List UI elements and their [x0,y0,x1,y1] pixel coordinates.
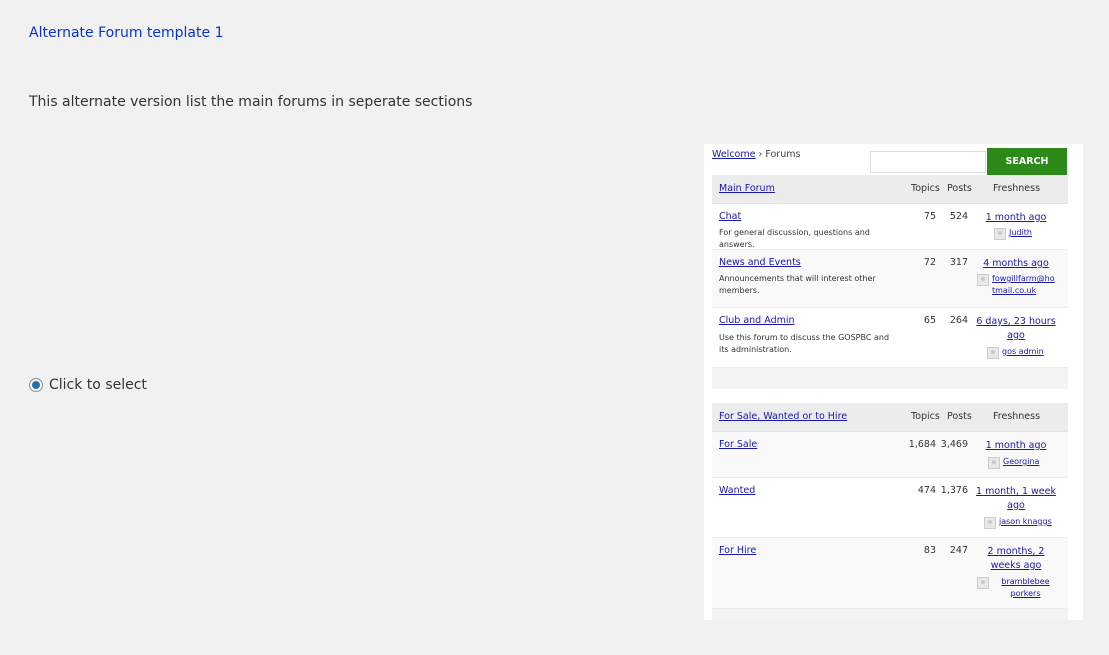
forum-title-link[interactable]: Wanted [719,485,755,496]
forum-title-link[interactable]: For Hire [719,545,756,556]
topic-count: 1,684 [908,439,936,450]
section-header: For Sale, Wanted or to Hire Topics Posts… [712,403,1068,432]
forum-section-for-sale: For Sale, Wanted or to Hire Topics Posts… [712,403,1068,620]
freshness-header: Freshness [993,411,1041,422]
select-radio[interactable] [29,378,43,392]
radio-selected-dot [32,381,40,389]
freshness-link[interactable]: 1 month ago [974,211,1058,225]
avatar-icon [977,274,989,286]
last-poster-link[interactable]: Georgina [1003,456,1039,468]
forum-title-link[interactable]: For Sale [719,439,757,450]
post-count: 3,469 [940,439,968,450]
select-label: Click to select [49,377,147,393]
template-description: This alternate version list the main for… [29,94,473,110]
forum-title-link[interactable]: Club and Admin [719,315,795,326]
breadcrumb: Welcome › Forums [712,149,800,160]
freshness-header: Freshness [993,183,1041,194]
avatar-icon [988,457,1000,469]
topics-header: Topics [911,411,940,422]
forum-row: Wanted 474 1,376 1 month, 1 week ago jas… [712,478,1068,538]
posts-header: Posts [947,183,972,194]
section-footer [712,609,1068,620]
forum-description: Use this forum to discuss the GOSPBC and… [719,333,890,354]
last-poster: gos admin [987,346,1044,359]
select-template-option[interactable]: Click to select [29,377,147,393]
forum-row: For Sale 1,684 3,469 1 month ago Georgin… [712,432,1068,478]
section-header: Main Forum Topics Posts Freshness [712,175,1068,204]
freshness-link[interactable]: 1 month, 1 week ago [974,485,1058,513]
topic-count: 83 [923,545,936,556]
posts-header: Posts [947,411,972,422]
avatar-icon [994,228,1006,240]
breadcrumb-current: Forums [765,149,801,160]
section-title-link[interactable]: Main Forum [719,183,775,194]
freshness-link[interactable]: 6 days, 23 hours ago [974,315,1058,343]
last-poster: bramblebee porkers [977,576,1059,600]
last-poster: Judith [994,227,1032,240]
breadcrumb-separator: › [758,149,763,160]
search-button[interactable]: SEARCH [987,148,1067,175]
forum-preview: Welcome › Forums SEARCH Main Forum Topic… [704,144,1083,620]
template-title: Alternate Forum template 1 [29,25,224,41]
avatar-icon [984,517,996,529]
freshness-link[interactable]: 4 months ago [974,257,1058,271]
avatar-icon [977,577,989,589]
freshness-link[interactable]: 2 months, 2 weeks ago [974,545,1058,573]
topic-count: 72 [923,257,936,268]
post-count: 317 [949,257,968,268]
topic-count: 65 [923,315,936,326]
last-poster-link[interactable]: fowgillfarm@hotmail.co.uk [992,273,1055,297]
forum-title-link[interactable]: Chat [719,211,741,222]
last-poster-link[interactable]: Judith [1009,227,1032,239]
last-poster-link[interactable]: bramblebee porkers [992,576,1059,600]
post-count: 524 [949,211,968,222]
post-count: 1,376 [940,485,968,496]
forum-row: News and Events Announcements that will … [712,250,1068,308]
forum-row: Club and Admin Use this forum to discuss… [712,308,1068,368]
last-poster: Georgina [988,456,1039,469]
forum-row: Chat For general discussion, questions a… [712,204,1068,250]
section-footer [712,368,1068,389]
topics-header: Topics [911,183,940,194]
breadcrumb-home-link[interactable]: Welcome [712,149,755,160]
topic-count: 75 [923,211,936,222]
last-poster: fowgillfarm@hotmail.co.uk [977,273,1055,297]
forum-title-link[interactable]: News and Events [719,257,801,268]
forum-description: For general discussion, questions and an… [719,228,870,249]
last-poster: jason knaggs [984,516,1052,529]
forum-description: Announcements that will interest other m… [719,274,876,295]
last-poster-link[interactable]: jason knaggs [999,516,1052,528]
forum-row: For Hire 83 247 2 months, 2 weeks ago br… [712,538,1068,609]
post-count: 264 [949,315,968,326]
section-title-link[interactable]: For Sale, Wanted or to Hire [719,411,847,422]
freshness-link[interactable]: 1 month ago [974,439,1058,453]
avatar-icon [987,347,999,359]
forum-section-main: Main Forum Topics Posts Freshness Chat F… [712,175,1068,389]
post-count: 247 [949,545,968,556]
topic-count: 474 [917,485,936,496]
last-poster-link[interactable]: gos admin [1002,346,1044,358]
search-input[interactable] [870,151,986,173]
